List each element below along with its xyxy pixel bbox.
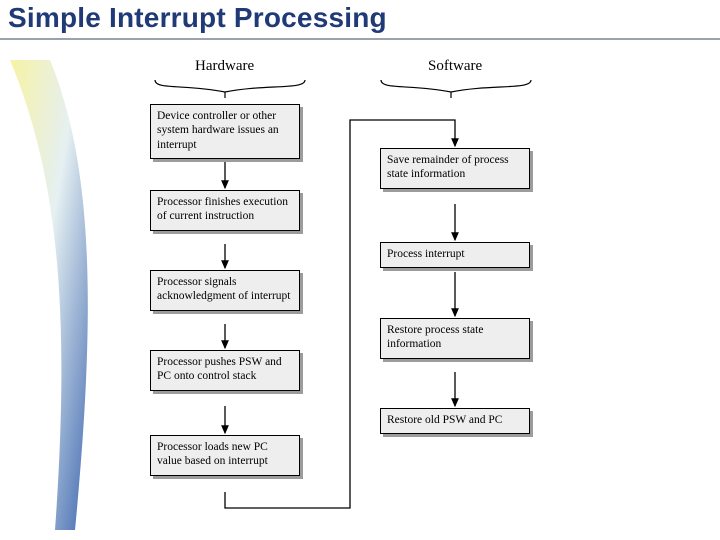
diagram-canvas: Hardware Software Device controller or o…: [0, 40, 720, 540]
flow-arrows: [0, 40, 720, 540]
page-title: Simple Interrupt Processing: [8, 2, 387, 34]
